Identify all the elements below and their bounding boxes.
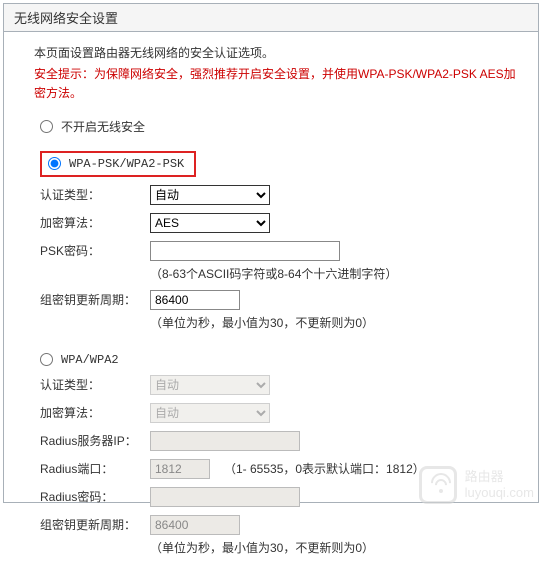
- psk-pwd-label: PSK密码：: [40, 242, 150, 259]
- watermark-text: 路由器 luyouqi.com: [465, 469, 534, 500]
- psk-enc-select[interactable]: AES: [150, 213, 270, 233]
- wpa-enc-label: 加密算法：: [40, 404, 150, 421]
- panel-title: 无线网络安全设置: [4, 4, 538, 32]
- radio-wpa[interactable]: [40, 353, 53, 366]
- wpa-enc-select[interactable]: 自动: [150, 403, 270, 423]
- radius-port-input[interactable]: [150, 459, 210, 479]
- wpa-groupkey-label: 组密钥更新周期：: [40, 516, 150, 533]
- option-none-row: 不开启无线安全: [40, 118, 518, 135]
- radio-none-label: 不开启无线安全: [61, 118, 145, 135]
- psk-pwd-hint: （8-63个ASCII码字符或8-64个十六进制字符）: [150, 265, 518, 282]
- radio-psk[interactable]: [48, 157, 61, 170]
- wpa-groupkey-hint: （单位为秒，最小值为30，不更新则为0）: [150, 539, 518, 556]
- psk-highlight: WPA-PSK/WPA2-PSK: [40, 151, 196, 177]
- router-icon: [419, 466, 457, 504]
- psk-groupkey-hint: （单位为秒，最小值为30，不更新则为0）: [150, 314, 518, 331]
- radius-ip-label: Radius服务器IP：: [40, 432, 150, 449]
- watermark: 路由器 luyouqi.com: [419, 466, 534, 504]
- option-psk-section: WPA-PSK/WPA2-PSK 认证类型： 自动 加密算法： AES PSK密…: [40, 151, 518, 331]
- radius-ip-input[interactable]: [150, 431, 300, 451]
- psk-groupkey-label: 组密钥更新周期：: [40, 291, 150, 308]
- radius-port-hint: （1- 65535，0表示默认端口：1812）: [224, 460, 425, 477]
- radio-wpa-label: WPA/WPA2: [61, 353, 119, 367]
- psk-auth-select[interactable]: 自动: [150, 185, 270, 205]
- radio-none[interactable]: [40, 120, 53, 133]
- psk-pwd-input[interactable]: [150, 241, 340, 261]
- radius-pwd-input[interactable]: [150, 487, 300, 507]
- wpa-groupkey-input[interactable]: [150, 515, 240, 535]
- wpa-auth-select[interactable]: 自动: [150, 375, 270, 395]
- wpa-auth-label: 认证类型：: [40, 376, 150, 393]
- psk-enc-label: 加密算法：: [40, 214, 150, 231]
- security-warning: 安全提示：为保障网络安全，强烈推荐开启安全设置，并使用WPA-PSK/WPA2-…: [34, 65, 518, 103]
- radius-pwd-label: Radius密码：: [40, 488, 150, 505]
- radio-psk-label: WPA-PSK/WPA2-PSK: [69, 157, 184, 171]
- radius-port-label: Radius端口：: [40, 460, 150, 477]
- psk-auth-label: 认证类型：: [40, 186, 150, 203]
- psk-groupkey-input[interactable]: [150, 290, 240, 310]
- option-wpa-row: WPA/WPA2: [40, 353, 518, 367]
- intro-text: 本页面设置路由器无线网络的安全认证选项。: [34, 44, 518, 63]
- wireless-security-panel: 无线网络安全设置 本页面设置路由器无线网络的安全认证选项。 安全提示：为保障网络…: [3, 3, 539, 503]
